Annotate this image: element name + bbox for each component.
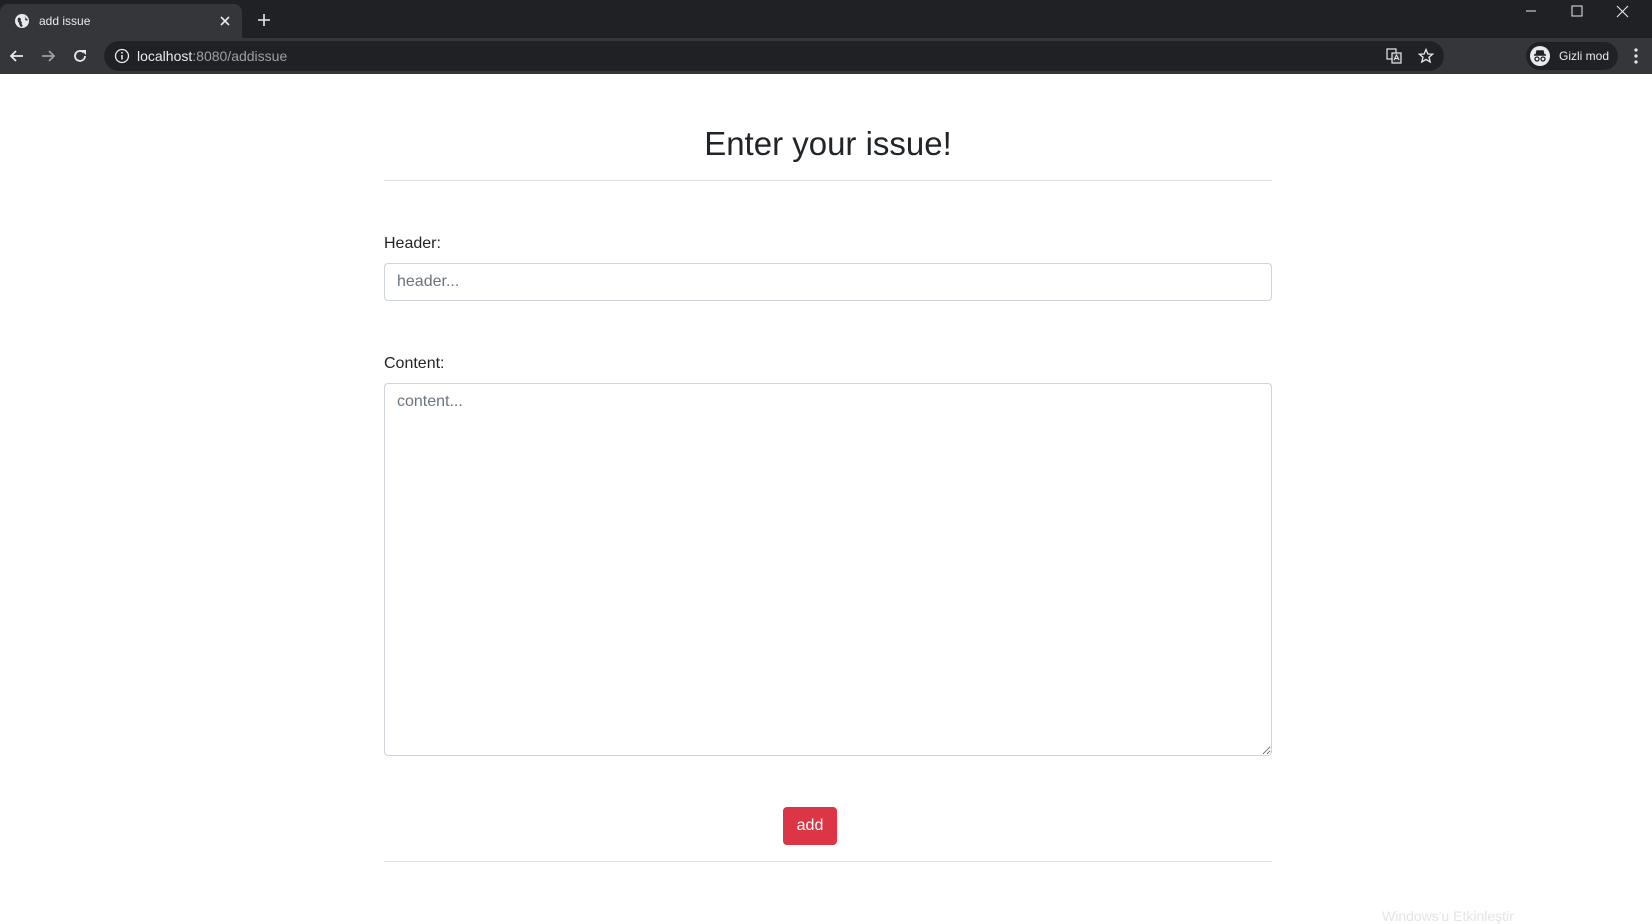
url-host: localhost xyxy=(137,48,193,64)
add-button[interactable]: add xyxy=(783,807,837,845)
translate-icon[interactable] xyxy=(1386,48,1402,64)
more-icon[interactable] xyxy=(1628,47,1644,65)
url-text[interactable]: localhost:8080/addissue xyxy=(137,48,287,64)
header-input[interactable] xyxy=(384,263,1272,301)
incognito-icon xyxy=(1530,46,1550,66)
browser-toolbar: localhost:8080/addissue Gizli mod xyxy=(0,38,1652,74)
back-icon[interactable] xyxy=(7,46,27,66)
forward-icon[interactable] xyxy=(38,46,58,66)
star-icon[interactable] xyxy=(1418,48,1434,64)
title-divider xyxy=(384,180,1272,181)
form-bottom-divider xyxy=(384,861,1272,862)
tab-title: add issue xyxy=(39,14,91,28)
info-icon[interactable] xyxy=(114,48,130,64)
url-path: :8080/addissue xyxy=(192,48,288,64)
incognito-profile-button[interactable]: Gizli mod xyxy=(1526,42,1618,70)
content-textarea[interactable] xyxy=(384,383,1272,756)
incognito-label: Gizli mod xyxy=(1559,49,1610,63)
minimize-icon[interactable] xyxy=(1508,0,1554,26)
content-label: Content: xyxy=(384,355,445,372)
globe-icon xyxy=(15,14,29,28)
close-icon[interactable] xyxy=(216,12,234,30)
header-label: Header: xyxy=(384,235,441,252)
page-title: Enter your issue! xyxy=(704,125,952,162)
activation-watermark: Windows'u Etkinleştir xyxy=(1382,908,1514,924)
reload-icon[interactable] xyxy=(70,46,90,66)
maximize-icon[interactable] xyxy=(1554,0,1600,26)
browser-titlebar: add issue xyxy=(0,0,1652,38)
browser-tab[interactable]: add issue xyxy=(0,4,242,38)
address-bar[interactable]: localhost:8080/addissue xyxy=(104,41,1444,71)
window-close-icon[interactable] xyxy=(1600,0,1646,26)
plus-icon[interactable] xyxy=(256,12,272,28)
